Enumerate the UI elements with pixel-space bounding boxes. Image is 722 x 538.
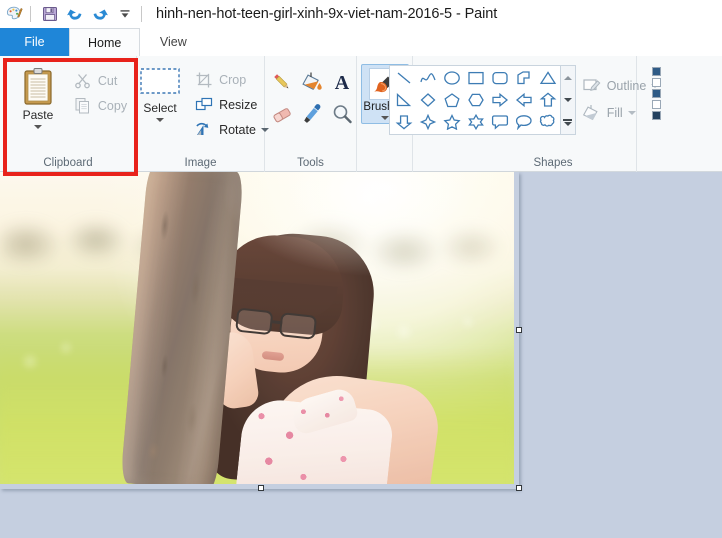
rounded-callout-shape-icon[interactable] <box>489 112 511 132</box>
paste-icon <box>24 68 52 105</box>
customize-quick-access-icon[interactable] <box>114 3 136 25</box>
handle-bottom-center[interactable] <box>258 485 264 491</box>
cut-button[interactable]: Cut <box>69 68 131 93</box>
ribbon-group-clipboard: Paste Cut Copy Clipboard <box>0 56 137 172</box>
fill-label: Fill <box>606 105 623 120</box>
rounded-rectangle-shape-icon[interactable] <box>489 68 511 88</box>
curve-shape-icon[interactable] <box>417 68 439 88</box>
pentagon-shape-icon[interactable] <box>441 90 463 110</box>
rotate-button[interactable]: Rotate <box>190 117 273 142</box>
select-label: Select <box>143 101 177 115</box>
shapes-group-title: Shapes <box>533 157 573 169</box>
text-icon[interactable]: A <box>328 68 356 96</box>
down-arrow-shape-icon[interactable] <box>393 112 415 132</box>
six-point-star-shape-icon[interactable] <box>465 112 487 132</box>
crop-icon <box>194 70 214 90</box>
eraser-icon[interactable] <box>268 100 296 128</box>
tab-home[interactable]: Home <box>69 28 141 56</box>
paste-dropdown-caret[interactable] <box>33 125 42 129</box>
resize-button[interactable]: Resize <box>190 92 273 117</box>
select-button[interactable]: Select <box>132 65 188 142</box>
color-palette[interactable] <box>646 60 661 120</box>
up-arrow-shape-icon[interactable] <box>537 90 559 110</box>
paint-palette-icon[interactable] <box>3 3 25 25</box>
hexagon-shape-icon[interactable] <box>465 90 487 110</box>
line-shape-icon[interactable] <box>393 68 415 88</box>
ribbon-group-tools: A Tools <box>265 56 357 172</box>
scissors-icon <box>73 71 93 91</box>
resize-icon <box>194 95 214 115</box>
cut-label: Cut <box>97 73 118 88</box>
ribbon-tabs: File Home View <box>0 28 722 56</box>
rotate-icon <box>194 120 214 140</box>
resize-label: Resize <box>219 97 258 112</box>
paste-button[interactable]: Paste <box>11 66 65 129</box>
title-bar: hinh-nen-hot-teen-girl-xinh-9x-viet-nam-… <box>0 0 722 28</box>
fill-with-color-icon[interactable] <box>298 68 326 96</box>
four-point-star-shape-icon[interactable] <box>417 112 439 132</box>
outline-icon <box>581 75 603 97</box>
color-swatch[interactable] <box>651 78 661 87</box>
undo-icon[interactable] <box>64 3 86 25</box>
handle-bottom-right[interactable] <box>516 485 522 491</box>
select-icon <box>140 68 180 94</box>
oval-callout-shape-icon[interactable] <box>513 112 535 132</box>
save-icon[interactable] <box>39 3 61 25</box>
magnifier-icon[interactable] <box>328 100 356 128</box>
image-group-title: Image <box>184 157 217 169</box>
copy-icon <box>73 96 93 116</box>
copy-button[interactable]: Copy <box>69 93 131 118</box>
ribbon-group-shapes: Outline Fill Shapes <box>388 56 660 172</box>
left-arrow-shape-icon[interactable] <box>513 90 535 110</box>
crop-button[interactable]: Crop <box>190 67 273 92</box>
copy-label: Copy <box>97 98 128 113</box>
paint-window: hinh-nen-hot-teen-girl-xinh-9x-viet-nam-… <box>0 0 722 538</box>
rotate-label: Rotate <box>219 122 256 137</box>
ribbon: Paste Cut Copy Clipboard Select Crop Res… <box>0 56 722 172</box>
tab-view[interactable]: View <box>140 28 206 56</box>
tab-file[interactable]: File <box>0 28 69 56</box>
cloud-callout-shape-icon[interactable] <box>537 112 559 132</box>
image-canvas[interactable] <box>0 172 514 484</box>
photo-young-woman-by-tree <box>0 172 514 484</box>
rectangle-shape-icon[interactable] <box>465 68 487 88</box>
triangle-shape-icon[interactable] <box>537 68 559 88</box>
qat-divider <box>30 6 31 22</box>
window-title: hinh-nen-hot-teen-girl-xinh-9x-viet-nam-… <box>156 6 498 22</box>
color-swatch[interactable] <box>651 111 661 120</box>
tools-group-title: Tools <box>297 157 324 169</box>
color-swatch[interactable] <box>651 67 661 76</box>
five-point-star-shape-icon[interactable] <box>441 112 463 132</box>
diamond-shape-icon[interactable] <box>417 90 439 110</box>
fill-icon <box>581 102 603 124</box>
right-triangle-shape-icon[interactable] <box>393 90 415 110</box>
pencil-icon[interactable] <box>268 68 296 96</box>
shape-scroll-up-button[interactable] <box>561 68 574 88</box>
oval-shape-icon[interactable] <box>441 68 463 88</box>
shape-gallery-scrollbar[interactable] <box>560 65 576 135</box>
color-swatch[interactable] <box>651 100 661 109</box>
redo-icon[interactable] <box>89 3 111 25</box>
ribbon-group-image: Select Crop Resize Rotate Image <box>137 56 269 172</box>
ribbon-group-colors <box>637 56 669 172</box>
crop-label: Crop <box>219 72 247 87</box>
paste-label: Paste <box>22 108 54 122</box>
canvas-work-area[interactable] <box>0 172 722 538</box>
select-dropdown-caret[interactable] <box>156 118 165 122</box>
color-swatch[interactable] <box>651 89 661 98</box>
shape-gallery[interactable] <box>388 65 561 135</box>
svg-text:A: A <box>334 72 349 94</box>
clipboard-group-title: Clipboard <box>43 157 93 169</box>
handle-right-middle[interactable] <box>516 327 522 333</box>
color-picker-icon[interactable] <box>298 100 326 128</box>
shape-scroll-down-button[interactable] <box>561 90 574 110</box>
right-arrow-shape-icon[interactable] <box>489 90 511 110</box>
polygon-shape-icon[interactable] <box>513 68 535 88</box>
shape-gallery-more-button[interactable] <box>561 112 574 132</box>
fill-dropdown-caret[interactable] <box>627 110 636 115</box>
title-divider <box>141 6 142 22</box>
